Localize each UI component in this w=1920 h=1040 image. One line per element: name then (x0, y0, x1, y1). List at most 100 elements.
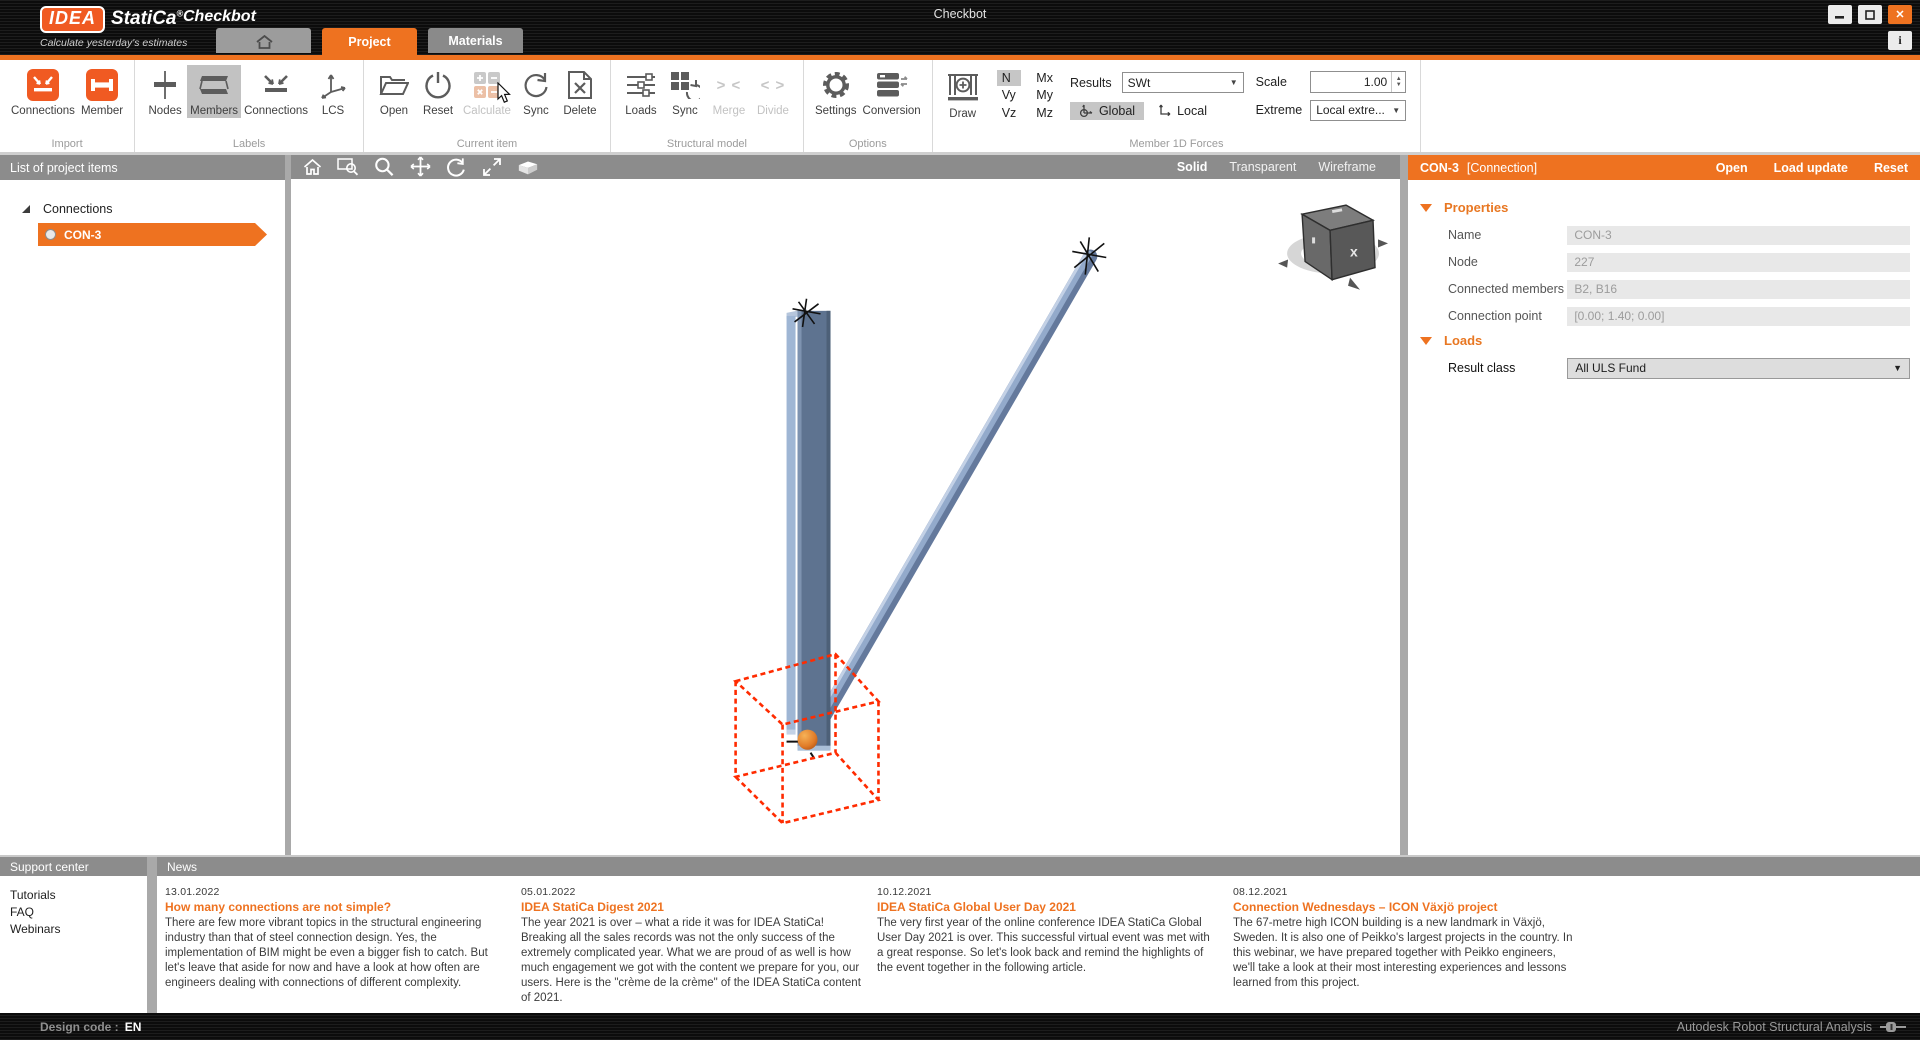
project-items-header: List of project items (0, 155, 285, 180)
viewport-3d[interactable]: Solid Transparent Wireframe (291, 155, 1400, 855)
property-row-name: Name CON-3 (1448, 225, 1910, 245)
solid-box-button[interactable] (517, 157, 539, 177)
tab-project[interactable]: Project (322, 28, 417, 55)
force-mz[interactable]: Mz (1031, 105, 1058, 121)
import-connections-button[interactable]: Connections (8, 65, 78, 118)
model-canvas[interactable]: x (291, 179, 1400, 855)
property-row-connection-point: Connection point [0.00; 1.40; 0.00] (1448, 306, 1910, 326)
sync-current-button[interactable]: Sync (514, 65, 558, 118)
settings-button[interactable]: Settings (812, 65, 860, 118)
chevron-down-icon: ▼ (1893, 363, 1902, 373)
load-update-button[interactable]: Load update (1774, 161, 1848, 175)
group-label-structural-model: Structural model (611, 138, 803, 150)
sync-structural-button[interactable]: Sync (663, 65, 707, 118)
spinner-arrows[interactable]: ▲▼ (1391, 72, 1405, 92)
conversion-button[interactable]: Conversion (860, 65, 924, 118)
labels-lcs-button[interactable]: LCS (311, 65, 355, 118)
mode-wireframe[interactable]: Wireframe (1318, 160, 1376, 174)
delete-button[interactable]: Delete (558, 65, 602, 118)
zoom-fit-button[interactable] (481, 157, 503, 177)
minimize-button[interactable] (1828, 5, 1852, 24)
reset-button[interactable]: Reset (416, 65, 460, 118)
property-row-node: Node 227 (1448, 252, 1910, 272)
loads-button[interactable]: Loads (619, 65, 663, 118)
expander-icon[interactable] (22, 205, 30, 213)
ribbon: Connections Member Import Nodes Members (0, 60, 1920, 155)
force-vz[interactable]: Vz (997, 105, 1022, 121)
info-button[interactable]: i (1888, 31, 1912, 50)
article-date: 13.01.2022 (165, 886, 507, 898)
merge-button[interactable]: > < Merge (707, 65, 751, 118)
name-field[interactable]: CON-3 (1567, 226, 1910, 245)
result-class-select[interactable]: All ULS Fund ▼ (1567, 358, 1910, 379)
zoom-window-button[interactable] (337, 157, 359, 177)
ribbon-group-labels: Nodes Members Connections LCS Labels (135, 60, 364, 152)
ribbon-group-import: Connections Member Import (0, 60, 135, 152)
collapse-icon (1420, 337, 1432, 345)
connected-members-field[interactable]: B2, B16 (1567, 280, 1910, 299)
ribbon-group-member-1d-forces: Draw N Mx Vy My Vz Mz Results SWt▼ Globa… (933, 60, 1422, 152)
link-tutorials[interactable]: Tutorials (10, 888, 137, 902)
member-b2-column (787, 308, 831, 750)
labels-members-button[interactable]: Members (187, 65, 241, 118)
link-webinars[interactable]: Webinars (10, 922, 137, 936)
open-button[interactable]: Open (372, 65, 416, 118)
link-faq[interactable]: FAQ (10, 905, 137, 919)
article-body: The 67-metre high ICON building is a new… (1233, 916, 1575, 991)
labels-connections-button[interactable]: Connections (241, 65, 311, 118)
force-my[interactable]: My (1031, 87, 1058, 103)
design-code-label: Design code : (40, 1020, 119, 1034)
article-title[interactable]: IDEA StatiCa Global User Day 2021 (877, 900, 1219, 914)
pan-icon (410, 156, 431, 177)
zoom-button[interactable] (373, 157, 395, 177)
results-select[interactable]: SWt▼ (1122, 72, 1244, 93)
svg-text:x: x (1350, 243, 1358, 259)
tab-home[interactable] (216, 28, 311, 53)
article-title[interactable]: Connection Wednesdays – ICON Växjö proje… (1233, 900, 1575, 914)
home-view-button[interactable] (301, 157, 323, 177)
connection-subtitle: [Connection] (1467, 161, 1537, 175)
properties-panel: CON-3 [Connection] Open Load update Rese… (1408, 155, 1920, 855)
pan-button[interactable] (409, 157, 431, 177)
mode-transparent[interactable]: Transparent (1229, 160, 1296, 174)
rotate-button[interactable] (445, 157, 467, 177)
reset-connection-button[interactable]: Reset (1874, 161, 1908, 175)
mode-solid[interactable]: Solid (1177, 160, 1208, 174)
divide-button[interactable]: < > Divide (751, 65, 795, 118)
force-vy[interactable]: Vy (997, 87, 1022, 103)
tab-materials[interactable]: Materials (428, 28, 523, 53)
local-toggle[interactable]: Local (1148, 102, 1216, 120)
connection-header: CON-3 [Connection] Open Load update Rese… (1408, 155, 1920, 180)
labels-nodes-button[interactable]: Nodes (143, 65, 187, 118)
connection-point-field[interactable]: [0.00; 1.40; 0.00] (1567, 307, 1910, 326)
status-bar: Design code : EN Autodesk Robot Structur… (0, 1013, 1920, 1040)
open-connection-button[interactable]: Open (1716, 161, 1748, 175)
panel-splitter-right[interactable] (1400, 155, 1408, 855)
properties-section-header[interactable]: Properties (1420, 200, 1910, 215)
extreme-select[interactable]: Local extre...▼ (1310, 100, 1406, 121)
force-mx[interactable]: Mx (1031, 70, 1058, 86)
group-label-import: Import (0, 138, 134, 150)
article-date: 10.12.2021 (877, 886, 1219, 898)
maximize-button[interactable] (1858, 5, 1882, 24)
zoom-window-icon (337, 157, 359, 176)
tree-node-connections[interactable]: Connections (0, 198, 285, 220)
force-n[interactable]: N (997, 70, 1022, 86)
node-field[interactable]: 227 (1567, 253, 1910, 272)
article-title[interactable]: How many connections are not simple? (165, 900, 507, 914)
design-code-value[interactable]: EN (125, 1020, 142, 1034)
close-button[interactable]: ✕ (1888, 5, 1912, 24)
article-title[interactable]: IDEA StatiCa Digest 2021 (521, 900, 863, 914)
project-tree: Connections CON-3 (0, 180, 285, 246)
global-toggle[interactable]: Global (1070, 102, 1144, 120)
loads-section-header[interactable]: Loads (1420, 333, 1910, 348)
window-title: Checkbot (0, 7, 1920, 21)
scale-input[interactable]: 1.00 ▲▼ (1310, 71, 1406, 93)
view-cube[interactable]: x (1278, 205, 1388, 290)
structural-model: x (291, 179, 1400, 855)
title-bar: IDEA StatiCa® Calculate yesterday's esti… (0, 0, 1920, 55)
sync-icon (522, 68, 550, 102)
tree-item-con-3[interactable]: CON-3 (38, 223, 267, 246)
import-member-button[interactable]: Member (78, 65, 126, 118)
draw-button[interactable]: Draw (941, 68, 985, 121)
